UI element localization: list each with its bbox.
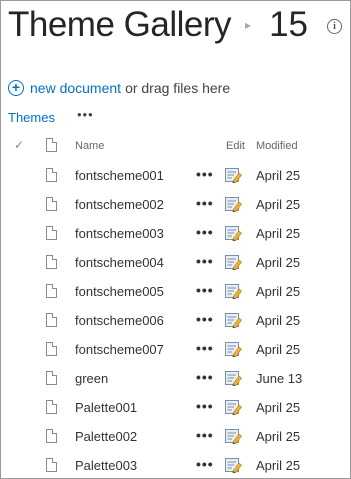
file-name-link[interactable]: fontscheme005: [75, 284, 164, 299]
table-row[interactable]: Palette003 ••• April 25: [0, 451, 351, 479]
new-document-link[interactable]: new document: [30, 80, 121, 96]
item-menu-button[interactable]: •••: [196, 282, 214, 298]
file-name-link[interactable]: fontscheme006: [75, 313, 164, 328]
table-row[interactable]: fontscheme003 ••• April 25: [0, 219, 351, 248]
file-name-link[interactable]: Palette003: [75, 458, 137, 473]
document-icon: [46, 197, 57, 211]
view-themes-link[interactable]: Themes: [8, 110, 55, 125]
column-header-modified[interactable]: Modified: [256, 140, 298, 152]
document-icon: [46, 458, 57, 472]
edit-pencil-icon[interactable]: [225, 168, 242, 184]
item-menu-button[interactable]: •••: [196, 427, 214, 443]
table-row[interactable]: Palette001 ••• April 25: [0, 393, 351, 422]
file-name-link[interactable]: fontscheme004: [75, 255, 164, 270]
file-name-link[interactable]: fontscheme003: [75, 226, 164, 241]
file-name-link[interactable]: Palette002: [75, 429, 137, 444]
table-row[interactable]: fontscheme006 ••• April 25: [0, 306, 351, 335]
file-type-header-icon: [46, 138, 57, 155]
page-title: Theme Gallery: [8, 5, 232, 44]
modified-date: April 25: [256, 226, 301, 241]
edit-pencil-icon[interactable]: [225, 371, 242, 387]
edit-pencil-icon[interactable]: [225, 342, 242, 358]
edit-pencil-icon[interactable]: [225, 284, 242, 300]
document-icon: [46, 342, 57, 356]
document-icon: [46, 138, 57, 152]
drag-files-hint: or drag files here: [125, 80, 231, 96]
file-name-link[interactable]: fontscheme001: [75, 168, 164, 183]
select-all-checkmark-icon[interactable]: ✓: [14, 138, 24, 152]
edit-pencil-icon[interactable]: [225, 429, 242, 445]
file-name-link[interactable]: Palette001: [75, 400, 137, 415]
document-icon: [46, 371, 57, 385]
document-icon: [46, 400, 57, 414]
edit-pencil-icon[interactable]: [225, 458, 242, 474]
item-menu-button[interactable]: •••: [196, 253, 214, 269]
column-header-name[interactable]: Name: [75, 140, 104, 152]
file-name-link[interactable]: fontscheme007: [75, 342, 164, 357]
modified-date: April 25: [256, 168, 301, 183]
edit-pencil-icon[interactable]: [225, 226, 242, 242]
modified-date: April 25: [256, 255, 301, 270]
new-document-bar: + new document or drag files here: [8, 80, 230, 96]
table-row[interactable]: fontscheme002 ••• April 25: [0, 190, 351, 219]
item-menu-button[interactable]: •••: [196, 166, 214, 182]
document-icon: [46, 226, 57, 240]
modified-date: April 25: [256, 342, 301, 357]
item-count: 15: [269, 5, 308, 44]
item-menu-button[interactable]: •••: [196, 456, 214, 472]
table-row[interactable]: fontscheme007 ••• April 25: [0, 335, 351, 364]
plus-circle-icon[interactable]: +: [8, 80, 24, 96]
item-menu-button[interactable]: •••: [196, 369, 214, 385]
file-name-link[interactable]: green: [75, 371, 108, 386]
page-header: Theme Gallery ▸ 15: [8, 3, 308, 47]
item-menu-button[interactable]: •••: [196, 340, 214, 356]
edit-pencil-icon[interactable]: [225, 400, 242, 416]
file-name-link[interactable]: fontscheme002: [75, 197, 164, 212]
item-menu-button[interactable]: •••: [196, 311, 214, 327]
column-header-row: ✓ Name Edit Modified: [0, 136, 351, 158]
document-icon: [46, 313, 57, 327]
document-icon: [46, 168, 57, 182]
modified-date: April 25: [256, 313, 301, 328]
modified-date: April 25: [256, 284, 301, 299]
item-menu-button[interactable]: •••: [196, 224, 214, 240]
breadcrumb-separator-icon: ▸: [245, 18, 252, 32]
edit-pencil-icon[interactable]: [225, 313, 242, 329]
modified-date: April 25: [256, 458, 301, 473]
modified-date: April 25: [256, 197, 301, 212]
table-row[interactable]: fontscheme005 ••• April 25: [0, 277, 351, 306]
document-icon: [46, 429, 57, 443]
document-icon: [46, 284, 57, 298]
view-selector: Themes •••: [8, 107, 94, 125]
edit-pencil-icon[interactable]: [225, 197, 242, 213]
info-icon[interactable]: i: [327, 19, 342, 34]
modified-date: June 13: [256, 371, 303, 386]
table-row[interactable]: green ••• June 13: [0, 364, 351, 393]
item-menu-button[interactable]: •••: [196, 195, 214, 211]
column-header-edit: Edit: [226, 140, 245, 152]
more-views-button[interactable]: •••: [77, 107, 94, 122]
table-row[interactable]: fontscheme001 ••• April 25: [0, 161, 351, 190]
file-list: fontscheme001 ••• April 25 fontscheme002 •••…: [0, 161, 351, 479]
modified-date: April 25: [256, 400, 301, 415]
modified-date: April 25: [256, 429, 301, 444]
table-row[interactable]: Palette002 ••• April 25: [0, 422, 351, 451]
document-icon: [46, 255, 57, 269]
item-menu-button[interactable]: •••: [196, 398, 214, 414]
edit-pencil-icon[interactable]: [225, 255, 242, 271]
table-row[interactable]: fontscheme004 ••• April 25: [0, 248, 351, 277]
